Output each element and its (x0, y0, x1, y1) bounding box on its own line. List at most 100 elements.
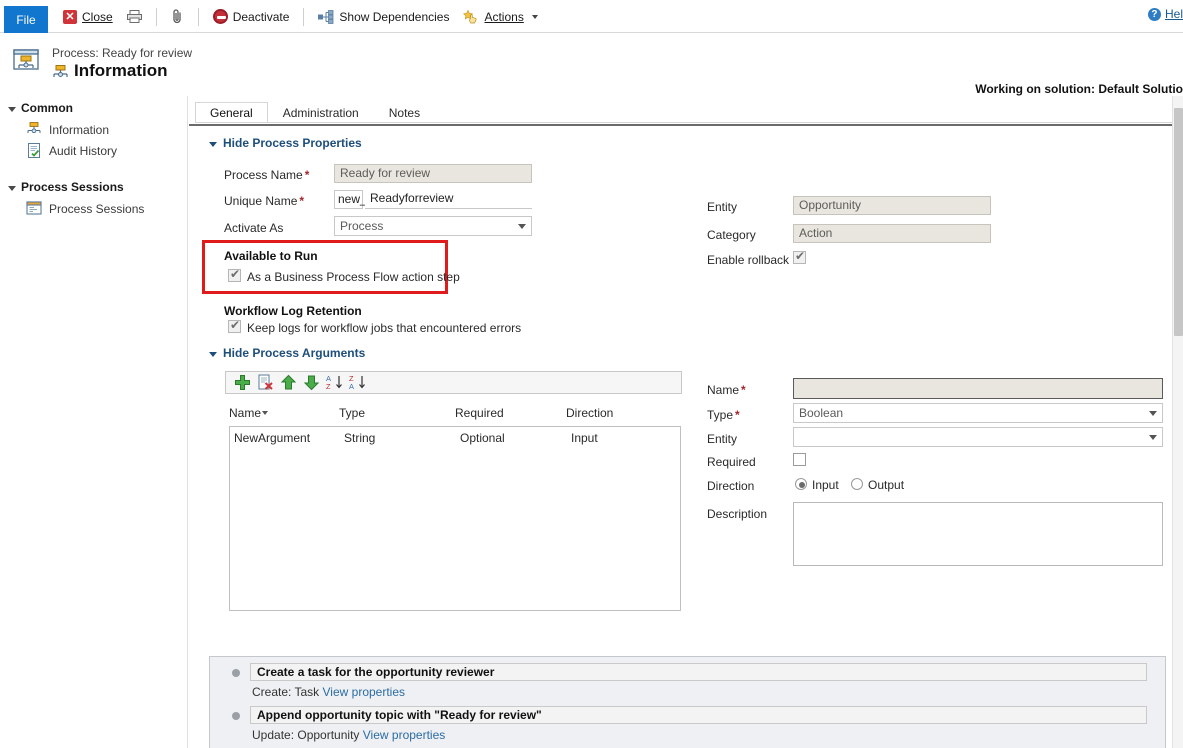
view-properties-link-1[interactable]: View properties (323, 685, 406, 699)
column-header-required[interactable]: Required (455, 406, 504, 420)
required-marker: * (305, 168, 310, 182)
step-meta-1: Create: Task View properties (252, 685, 405, 699)
general-tab-panel: Hide Process Properties Process Name * Re… (189, 124, 1172, 748)
activate-as-select[interactable]: Process (334, 216, 532, 236)
show-dependencies-button[interactable]: Show Dependencies (311, 5, 456, 29)
delete-document-icon[interactable] (257, 374, 274, 391)
argument-required-checkbox[interactable] (793, 453, 806, 466)
record-header: Process: Ready for review Information Wo… (0, 34, 1183, 96)
information-icon (26, 122, 42, 137)
sidebar-item-audit-history[interactable]: Audit History (0, 140, 187, 161)
print-button[interactable] (120, 5, 149, 29)
step-verb-2: Update: (252, 728, 294, 742)
column-header-direction[interactable]: Direction (566, 406, 613, 420)
main-content: General Administration Notes Hide Proces… (189, 96, 1172, 748)
enable-rollback-label: Enable rollback (707, 253, 789, 267)
tab-general[interactable]: General (195, 102, 268, 123)
hide-process-properties-label: Hide Process Properties (223, 136, 362, 150)
available-to-run-heading: Available to Run (224, 249, 318, 263)
activate-as-label: Activate As (224, 221, 283, 235)
add-plus-icon[interactable] (234, 374, 251, 391)
attachment-button[interactable] (164, 5, 191, 29)
direction-input-radio[interactable] (795, 478, 807, 490)
arrow-up-icon[interactable] (280, 374, 297, 391)
argument-entity-select[interactable] (793, 427, 1163, 447)
hide-process-arguments-toggle[interactable]: Hide Process Arguments (209, 346, 365, 360)
argument-name-input[interactable] (793, 378, 1163, 399)
step-verb-1: Create: (252, 685, 291, 699)
arguments-toolbar: A Z Z A (225, 371, 682, 394)
sidebar-item-process-sessions[interactable]: Process Sessions (0, 198, 187, 219)
left-navigation: Common Information Audit History (0, 96, 188, 748)
enable-rollback-checkbox[interactable] (793, 251, 806, 264)
argument-required-label: Required (707, 455, 756, 469)
step-title-2[interactable]: Append opportunity topic with "Ready for… (250, 706, 1147, 724)
tab-notes[interactable]: Notes (374, 102, 435, 123)
file-menu-button[interactable]: File (4, 6, 48, 33)
deactivate-icon (213, 9, 228, 24)
command-separator-3 (303, 8, 304, 26)
close-button[interactable]: ✕ Close (56, 5, 120, 29)
view-properties-link-2[interactable]: View properties (363, 728, 446, 742)
cell-type: String (344, 431, 460, 445)
argument-type-select[interactable]: Boolean (793, 403, 1163, 423)
vertical-scrollbar[interactable] (1172, 96, 1183, 748)
direction-output-radio[interactable] (851, 478, 863, 490)
bpf-action-step-checkbox[interactable] (228, 269, 241, 282)
process-name-field[interactable]: Ready for review (334, 164, 532, 183)
command-bar-items: ✕ Close (56, 0, 545, 33)
hide-process-properties-toggle[interactable]: Hide Process Properties (209, 136, 362, 150)
entity-label: Entity (707, 200, 737, 214)
unique-name-prefix-field[interactable]: new_ (334, 190, 363, 209)
tab-administration[interactable]: Administration (268, 102, 374, 123)
command-separator-2 (198, 8, 199, 26)
keep-logs-checkbox[interactable] (228, 320, 241, 333)
process-information-window: File ✕ Close (0, 0, 1183, 748)
table-row[interactable]: NewArgument String Optional Input (230, 427, 680, 445)
page-title: Information (74, 61, 168, 81)
help-link-label: Hel (1165, 7, 1183, 21)
scrollbar-thumb[interactable] (1174, 108, 1183, 336)
workflow-steps-panel: Create a task for the opportunity review… (209, 656, 1166, 748)
entity-field[interactable]: Opportunity (793, 196, 991, 215)
argument-entity-label: Entity (707, 432, 737, 446)
column-header-type[interactable]: Type (339, 406, 365, 420)
argument-description-textarea[interactable] (793, 502, 1163, 566)
chevron-down-icon (8, 186, 16, 191)
arrow-down-icon[interactable] (303, 374, 320, 391)
chevron-down-icon (209, 352, 217, 357)
category-label: Category (707, 228, 756, 242)
sort-descending-icon[interactable]: Z A (349, 374, 366, 391)
deactivate-button[interactable]: Deactivate (206, 5, 297, 29)
step-bullet-icon (232, 669, 240, 677)
print-icon (127, 10, 142, 23)
nav-group-process-sessions[interactable]: Process Sessions (0, 175, 187, 198)
sort-ascending-icon[interactable]: A Z (326, 374, 343, 391)
help-link[interactable]: ? Hel (1148, 7, 1183, 21)
nav-group-common-label: Common (21, 101, 73, 115)
close-button-label: Close (82, 10, 113, 24)
svg-text:Z: Z (326, 382, 331, 391)
solution-context-label: Working on solution: Default Solutio (975, 82, 1183, 96)
column-header-name[interactable]: Name (229, 406, 268, 420)
sidebar-item-audit-history-label: Audit History (49, 144, 117, 158)
tab-administration-label: Administration (283, 106, 359, 120)
arguments-grid[interactable]: NewArgument String Optional Input (229, 426, 681, 611)
category-field[interactable]: Action (793, 224, 991, 243)
sidebar-item-information[interactable]: Information (0, 119, 187, 140)
nav-group-common[interactable]: Common (0, 96, 187, 119)
step-title-1[interactable]: Create a task for the opportunity review… (250, 663, 1147, 681)
unique-name-label: Unique Name* (224, 194, 304, 208)
actions-menu-button[interactable]: Actions (456, 5, 544, 29)
file-menu-label: File (16, 13, 35, 27)
help-icon: ? (1148, 8, 1161, 21)
deactivate-button-label: Deactivate (233, 10, 290, 24)
cell-direction: Input (571, 431, 671, 445)
chevron-down-icon (532, 15, 538, 19)
actions-star-icon (463, 10, 479, 24)
sidebar-item-information-label: Information (49, 123, 109, 137)
argument-direction-label: Direction (707, 479, 754, 493)
step-bullet-icon (232, 712, 240, 720)
unique-name-field[interactable]: Readyforreview (365, 190, 532, 209)
chevron-down-icon (518, 224, 526, 229)
